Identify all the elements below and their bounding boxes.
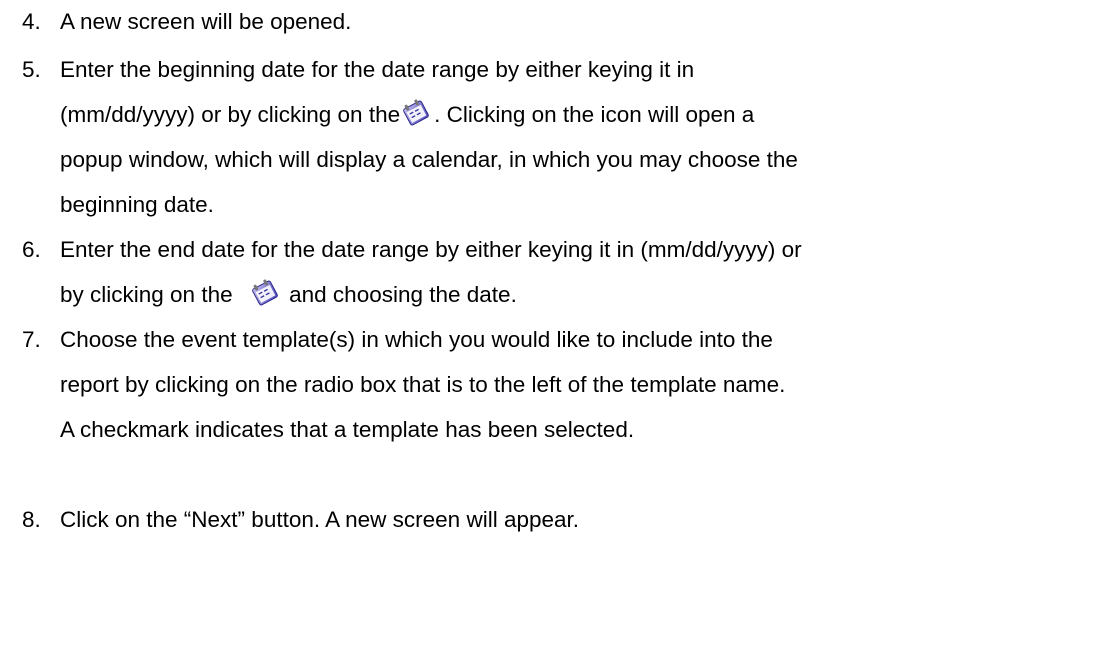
step-number: 5. <box>22 57 41 82</box>
step-text-segment: (mm/dd/yyyy) or by clicking on the <box>60 102 401 127</box>
step-number: 6. <box>22 237 41 262</box>
step-text-line: popup window, which will display a calen… <box>60 147 798 172</box>
calendar-icon <box>249 278 281 308</box>
step-text-line: A checkmark indicates that a template ha… <box>60 417 635 442</box>
step-text-line: Enter the beginning date for the date ra… <box>60 57 695 82</box>
step-text: A new screen will be opened. <box>60 9 352 34</box>
step-number: 7. <box>22 327 41 352</box>
step-text-line: by clicking on the and choosing the date… <box>60 277 517 313</box>
step-text-line: Enter the end date for the date range by… <box>60 237 802 262</box>
step-number: 4. <box>22 9 41 34</box>
step-text-line: Choose the event template(s) in which yo… <box>60 327 773 352</box>
step-text-line: Click on the “Next” button. A new screen… <box>60 507 580 532</box>
step-text-line: beginning date. <box>60 192 214 217</box>
step-text-line: (mm/dd/yyyy) or by clicking on the . Cli… <box>60 97 754 133</box>
step-text-line: report by clicking on the radio box that… <box>60 372 786 397</box>
step-text-segment: by clicking on the <box>60 282 233 307</box>
step-text-segment: . Clicking on the icon will open a <box>434 102 755 127</box>
step-number: 8. <box>22 507 41 532</box>
calendar-icon <box>400 98 432 128</box>
step-text-segment: and choosing the date. <box>289 282 517 307</box>
